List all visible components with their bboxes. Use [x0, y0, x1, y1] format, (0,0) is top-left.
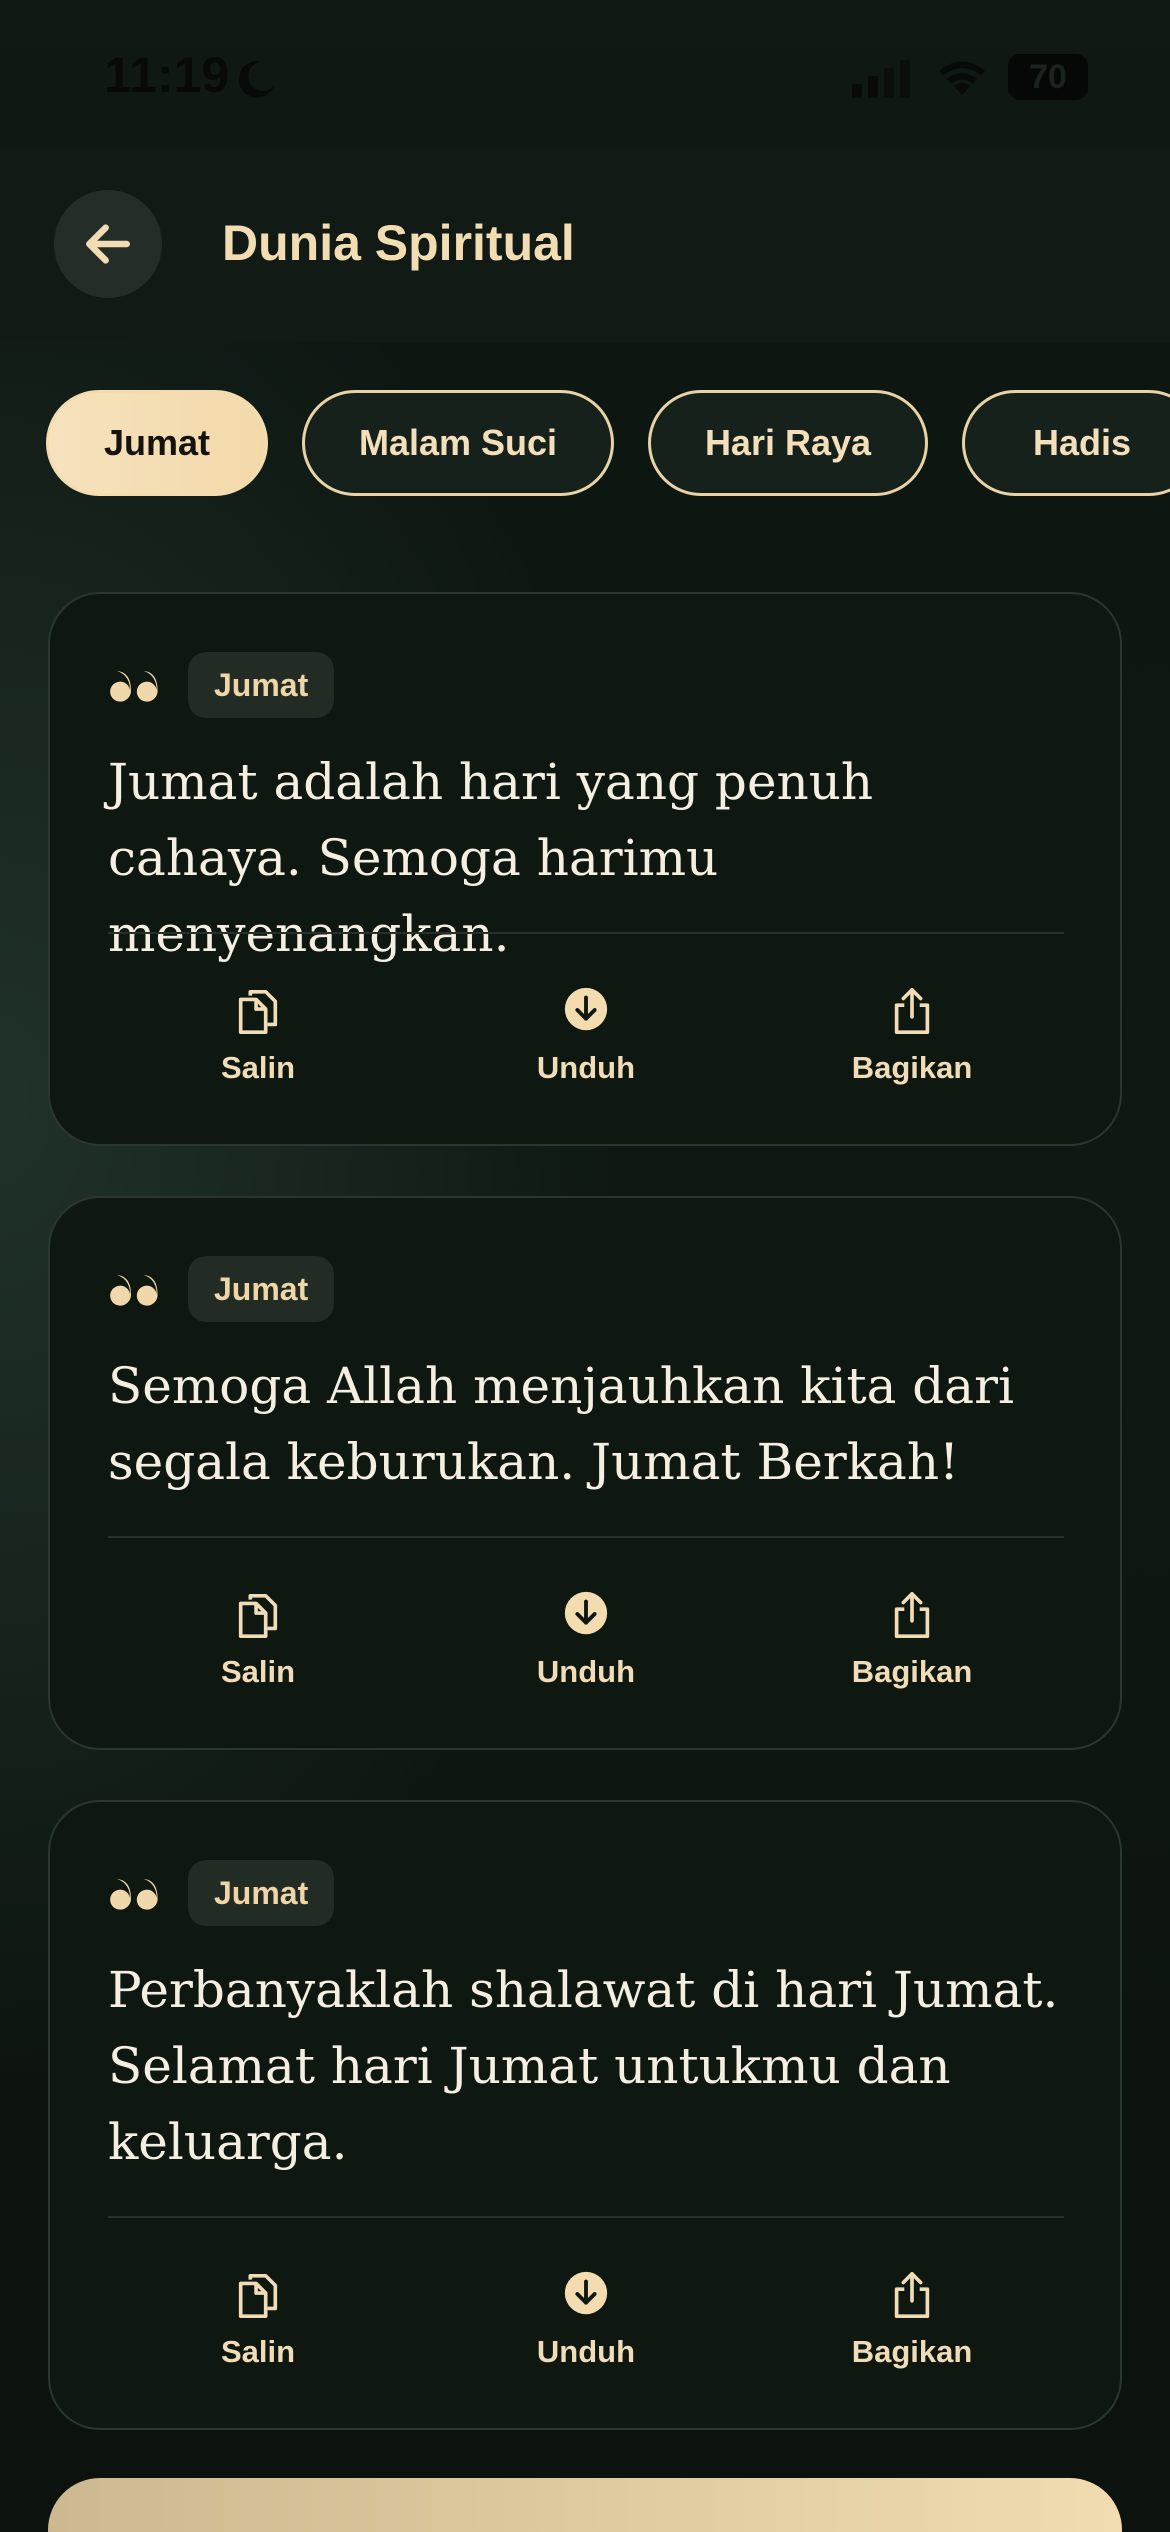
download-button[interactable]: Unduh [456, 986, 716, 1106]
download-label: Unduh [536, 2334, 636, 2369]
quote-card: Jumat Jumat adalah hari yang penuh cahay… [48, 592, 1122, 1146]
category-tag: Jumat [188, 1860, 335, 1926]
quote-text: Jumat adalah hari yang penuh cahaya. Sem… [108, 753, 874, 963]
copy-icon [238, 1593, 278, 1638]
download-icon [564, 1591, 608, 1635]
card-header: Jumat [110, 652, 335, 718]
download-label: Unduh [536, 1654, 636, 1689]
download-button[interactable]: Unduh [456, 2270, 716, 2390]
tab-malam-suci[interactable]: Malam Suci [302, 390, 614, 496]
copy-label: Salin [220, 1654, 296, 1689]
share-icon [894, 2272, 930, 2318]
card-header: Jumat [110, 1256, 335, 1322]
category-tabs: Jumat Malam Suci Hari Raya Hadis [0, 390, 1170, 496]
signal-icon [852, 60, 910, 98]
copy-icon [238, 2273, 278, 2318]
tab-jumat[interactable]: Jumat [46, 390, 268, 496]
page-title: Dunia Spiritual [222, 215, 575, 271]
quote-card: Jumat Perbanyaklah shalawat di hari Juma… [48, 1800, 1122, 2430]
download-button[interactable]: Unduh [456, 1590, 716, 1710]
quote-icon [110, 670, 158, 702]
quote-icon [110, 1274, 158, 1306]
divider [108, 932, 1064, 934]
quote-text: Perbanyaklah shalawat di hari Jumat. Sel… [108, 1961, 1059, 2171]
download-label: Unduh [536, 1050, 636, 1085]
share-button[interactable]: Bagikan [782, 986, 1042, 1106]
quote-card: Jumat Semoga Allah menjauhkan kita dari … [48, 1196, 1122, 1750]
download-icon [564, 987, 608, 1031]
copy-button[interactable]: Salin [128, 2270, 388, 2390]
share-icon [894, 988, 930, 1034]
divider [108, 2216, 1064, 2218]
share-button[interactable]: Bagikan [782, 1590, 1042, 1710]
tab-hadis[interactable]: Hadis [962, 390, 1170, 496]
category-tag: Jumat [188, 652, 335, 718]
battery-icon: 70 [1008, 54, 1088, 100]
copy-icon [238, 989, 278, 1034]
copy-label: Salin [220, 1050, 296, 1085]
share-button[interactable]: Bagikan [782, 2270, 1042, 2390]
copy-button[interactable]: Salin [128, 1590, 388, 1710]
tab-hari-raya[interactable]: Hari Raya [648, 390, 928, 496]
card-header: Jumat [110, 1860, 335, 1926]
screen: 11:19 70 Dunia Spiritual Jumat Malam Suc… [0, 0, 1170, 2532]
back-button[interactable] [54, 190, 162, 298]
arrow-left-icon [86, 224, 130, 264]
divider [108, 1536, 1064, 1538]
app-header: Dunia Spiritual [0, 150, 1170, 342]
download-icon [564, 2271, 608, 2315]
copy-label: Salin [220, 2334, 296, 2369]
share-label: Bagikan [851, 2334, 973, 2369]
share-label: Bagikan [851, 1654, 973, 1689]
moon-icon [238, 61, 275, 98]
status-bar: 11:19 70 [0, 0, 1170, 150]
share-icon [894, 1592, 930, 1638]
status-time: 11:19 [104, 47, 230, 103]
category-tag: Jumat [188, 1256, 335, 1322]
quote-icon [110, 1878, 158, 1910]
share-label: Bagikan [851, 1050, 973, 1085]
wifi-icon [939, 61, 985, 95]
quote-text: Semoga Allah menjauhkan kita dari segala… [108, 1357, 1014, 1491]
copy-button[interactable]: Salin [128, 986, 388, 1106]
featured-card-partial[interactable] [48, 2478, 1122, 2532]
